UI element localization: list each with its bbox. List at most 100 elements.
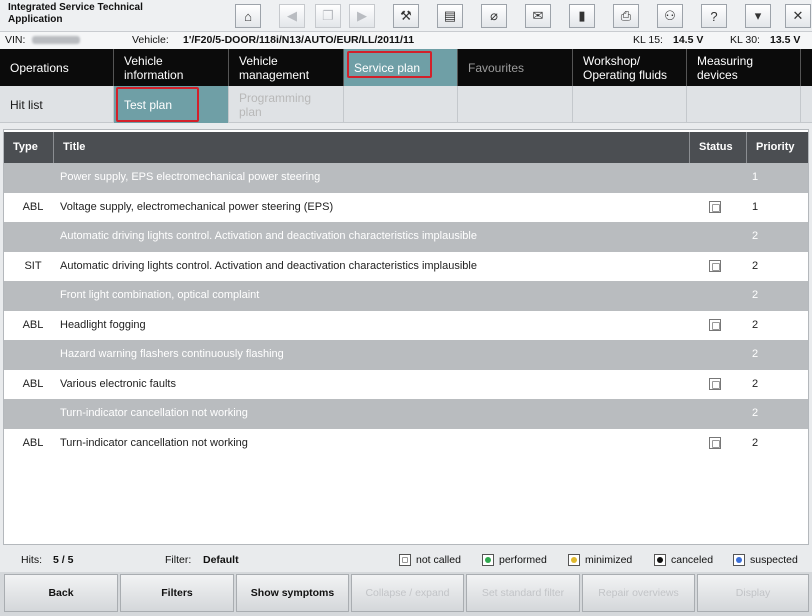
connection-icon: ⌀ [490,8,498,23]
table-row[interactable]: ABL Headlight fogging 2 [4,310,808,340]
nav-operations[interactable]: Operations [0,49,114,86]
cell-priority: 1 [752,171,759,183]
table-row[interactable]: ABL Various electronic faults 2 [4,369,808,399]
column-header-title[interactable]: Title [54,132,690,163]
nav-measuring-devices[interactable]: Measuring devices [687,49,801,86]
filter-value: Default [203,554,239,566]
vin-value-redacted [32,32,80,49]
cell-type: SIT [24,259,42,272]
wrench-button[interactable]: ⚒ [393,4,419,28]
legend-suspected-icon [733,554,745,566]
battery-button[interactable]: ▮ [569,4,595,28]
user-search-icon: ⚇ [664,8,676,23]
hits-value: 5 / 5 [53,554,74,566]
minimize-icon: ▾ [754,8,762,23]
cell-title: Voltage supply, electromechanical power … [60,200,334,213]
nav-workshop-operating-fluids[interactable]: Workshop/ Operating fluids [573,49,687,86]
legend-not-called-label: not called [416,554,461,566]
cell-title: Power supply, EPS electromechanical powe… [60,171,321,183]
display-button[interactable]: Display [697,574,809,612]
vin-label: VIN: [5,34,26,46]
column-header-priority[interactable]: Priority [747,132,808,163]
kl30-value: 13.5 V [770,34,801,46]
cell-type: ABL [22,436,44,449]
filters-button[interactable]: Filters [120,574,234,612]
cell-priority: 2 [752,407,759,419]
cell-type: ABL [22,377,44,390]
set-standard-filter-button[interactable]: Set standard filter [466,574,580,612]
title-bar: Integrated Service Technical Application… [0,0,812,32]
column-header-type[interactable]: Type [4,132,54,163]
printer-icon: ⎙ [620,8,632,23]
battery-icon: ▮ [578,8,586,23]
table-group-row[interactable]: Hazard warning flashers continuously fla… [4,340,808,370]
test-plan-table: Type Title Status Priority Power supply,… [3,129,809,545]
sub-nav-empty-cell [573,86,687,123]
legend-performed-icon [482,554,494,566]
status-not-called-icon [709,377,721,390]
tab-test-plan[interactable]: Test plan [114,86,229,123]
repair-overviews-button[interactable]: Repair overviews [582,574,695,612]
cell-title: Various electronic faults [60,377,176,390]
column-header-status[interactable]: Status [690,132,747,163]
arrow-left-button[interactable]: ◀ [279,4,305,28]
status-not-called-icon [709,436,721,449]
app-title: Integrated Service Technical Application [8,2,143,25]
legend-minimized-label: minimized [585,554,633,566]
cell-type: ABL [22,318,44,331]
arrow-left-icon: ◀ [287,8,297,23]
legend-canceled-icon [654,554,666,566]
printer-button[interactable]: ⎙ [613,4,639,28]
table-row[interactable]: ABL Voltage supply, electromechanical pow… [4,192,808,222]
table-group-row[interactable]: Turn-indicator cancellation not working 2 [4,399,808,429]
mail-button[interactable]: ✉ [525,4,551,28]
connection-button[interactable]: ⌀ [481,4,507,28]
filter-label: Filter: [165,554,192,566]
arrow-right-button[interactable]: ▶ [349,4,375,28]
nav-vehicle-management[interactable]: Vehicle management [229,49,344,86]
vehicle-info-bar: VIN: Vehicle: 1'/F20/5-DOOR/118i/N13/AUT… [0,32,812,49]
cell-priority: 1 [752,200,759,213]
sub-navigation: Hit list Test plan Programming plan [0,86,812,123]
table-group-row[interactable]: Power supply, EPS electromechanical powe… [4,163,808,193]
tab-programming-plan[interactable]: Programming plan [229,86,344,123]
cell-title: Front light combination, optical complai… [60,289,260,301]
home-button[interactable]: ⌂ [235,4,261,28]
copy-button[interactable]: ❐ [315,4,341,28]
back-button[interactable]: Back [4,574,118,612]
main-navigation: Operations Vehicle information Vehicle m… [0,49,812,86]
help-icon: ? [710,8,718,24]
user-search-button[interactable]: ⚇ [657,4,683,28]
table-group-row[interactable]: Front light combination, optical complai… [4,281,808,311]
nav-vehicle-information[interactable]: Vehicle information [114,49,229,86]
status-bar: Hits: 5 / 5 Filter: Default not called p… [0,548,812,572]
table-body: Power supply, EPS electromechanical powe… [4,163,808,458]
nav-service-plan[interactable]: Service plan [344,49,458,86]
book-icon: ▤ [443,8,457,23]
vehicle-value: 1'/F20/5-DOOR/118i/N13/AUTO/EUR/LL/2011/… [183,34,415,46]
show-symptoms-button[interactable]: Show symptoms [236,574,349,612]
table-row[interactable]: SIT Automatic driving lights control. Act… [4,251,808,281]
legend-performed-label: performed [499,554,547,566]
status-not-called-icon [709,259,721,272]
legend-minimized-icon [568,554,580,566]
kl30-label: KL 30: [730,34,760,46]
collapse-expand-button[interactable]: Collapse / expand [351,574,464,612]
table-row[interactable]: ABL Turn-indicator cancellation not worki… [4,428,808,458]
cell-priority: 2 [752,289,759,301]
cell-title: Headlight fogging [60,318,146,331]
footer-button-bar: Back Filters Show symptoms Collapse / ex… [0,572,812,616]
legend-not-called-icon [399,554,411,566]
table-group-row[interactable]: Automatic driving lights control. Activa… [4,222,808,252]
close-button[interactable]: ✕ [785,4,811,28]
cell-priority: 2 [752,318,759,331]
cell-title: Automatic driving lights control. Activa… [60,259,477,272]
cell-priority: 2 [752,377,759,390]
book-button[interactable]: ▤ [437,4,463,28]
nav-favourites[interactable]: Favourites [458,49,573,86]
help-button[interactable]: ? [701,4,727,28]
minimize-button[interactable]: ▾ [745,4,771,28]
table-header: Type Title Status Priority [4,132,808,163]
tab-hit-list[interactable]: Hit list [0,86,114,123]
ista-window: Integrated Service Technical Application… [0,0,812,616]
